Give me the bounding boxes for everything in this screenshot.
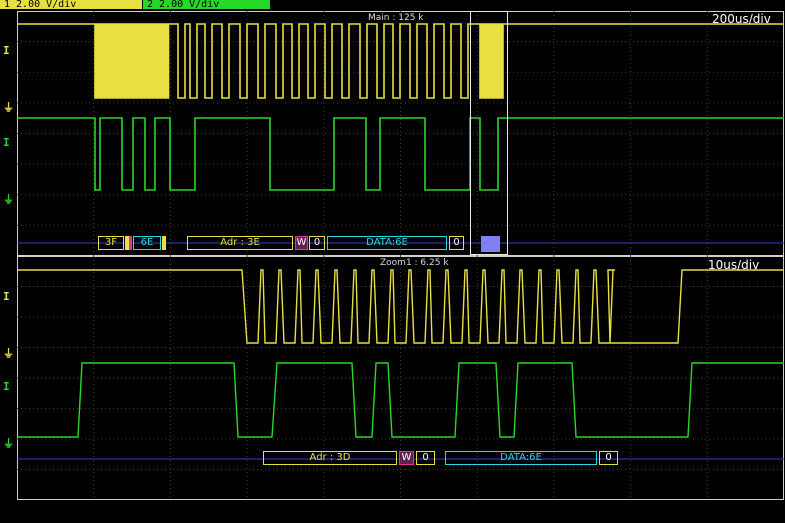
zoom-selection-box[interactable] xyxy=(470,11,508,255)
zoom-ch2-trigger-level-icon[interactable]: I xyxy=(3,380,10,393)
zoom-timebase: 10us/div xyxy=(708,258,760,272)
main-decode-ack2[interactable]: 0 xyxy=(449,236,464,250)
main-decode-byte2[interactable]: 6E xyxy=(133,236,161,250)
main-label: Main : 125 k xyxy=(368,13,424,23)
zoom-decode-address[interactable]: Adr : 3D xyxy=(263,451,397,465)
ch1-ground-icon[interactable]: ⏚ xyxy=(3,99,14,115)
zoom-decode-data[interactable]: DATA:6E xyxy=(445,451,597,465)
zoom-ch1-trigger-level-icon[interactable]: I xyxy=(3,290,10,303)
zoom-decode-write[interactable]: W xyxy=(399,451,414,465)
ch1-trigger-level-icon[interactable]: I xyxy=(3,44,10,57)
main-decode-byte1[interactable]: 3F xyxy=(98,236,124,250)
zoom-decode-ack2[interactable]: 0 xyxy=(599,451,618,465)
zoom-label: Zoom1 : 6.25 k xyxy=(380,258,449,268)
zoom-ch2-ground-icon[interactable]: ⏚ xyxy=(3,435,14,451)
main-decode-write[interactable]: W xyxy=(295,236,308,250)
main-timebase: 200us/div xyxy=(712,12,771,26)
main-decode-ack1[interactable]: 0 xyxy=(309,236,325,250)
main-decode-data[interactable]: DATA:6E xyxy=(327,236,447,250)
main-decode-marker-yellow-2 xyxy=(162,236,166,250)
main-decode-selected-block[interactable] xyxy=(481,236,500,252)
main-decode-address[interactable]: Adr : 3E xyxy=(187,236,293,250)
ch2-trigger-level-icon[interactable]: I xyxy=(3,136,10,149)
main-decode-marker-pink xyxy=(129,236,132,250)
main-ch1-waveform xyxy=(17,23,784,99)
ch2-ground-icon[interactable]: ⏚ xyxy=(3,191,14,207)
zoom-decode-ack1[interactable]: 0 xyxy=(416,451,435,465)
zoom-ch1-ground-icon[interactable]: ⏚ xyxy=(3,345,14,361)
